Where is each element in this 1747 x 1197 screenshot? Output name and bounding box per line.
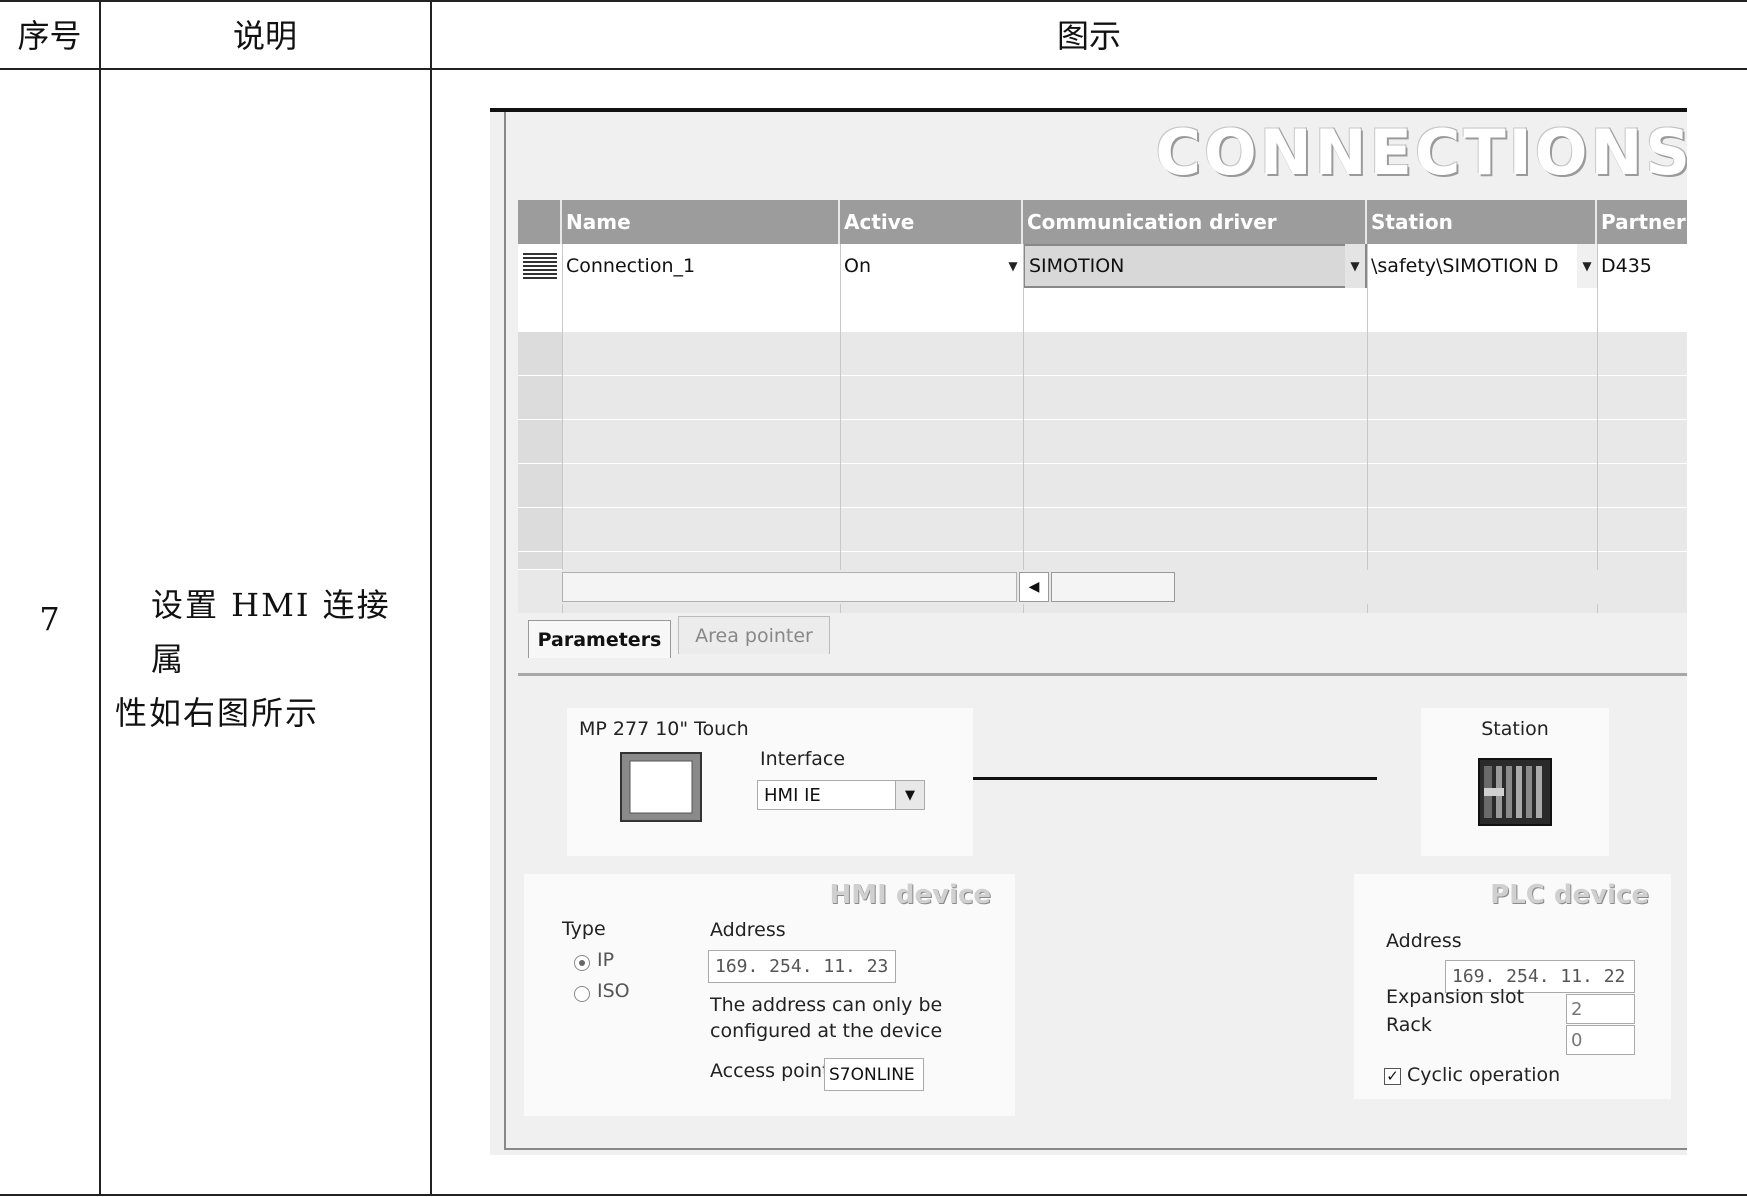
connections-banner: CONNECTIONS — [1155, 116, 1687, 189]
rack-field[interactable]: 0 — [1566, 1025, 1635, 1055]
grid-column-line — [1023, 244, 1024, 613]
col-header-partner[interactable]: Partner — [1597, 200, 1687, 244]
table-header-border — [0, 68, 1747, 70]
cell-partner[interactable]: D435 — [1597, 244, 1687, 288]
col-header-name[interactable]: Name — [562, 200, 840, 244]
expansion-slot-field[interactable]: 2 — [1566, 994, 1635, 1024]
row-seq-number: 7 — [39, 600, 60, 638]
scroll-track-left[interactable] — [562, 572, 1017, 602]
plc-device-section: PLC device Address 169. 254. 11. 22 Expa… — [1354, 874, 1671, 1099]
connection-line — [973, 777, 1377, 780]
plc-address-label: Address — [1386, 930, 1462, 952]
grid-column-line — [840, 244, 841, 613]
desc-line-1: 设置 HMI 连接属 — [151, 586, 391, 678]
row-selector-icon — [523, 253, 557, 279]
cell-driver[interactable]: SIMOTION — [1023, 244, 1367, 288]
interface-label: Interface — [760, 748, 846, 770]
plc-device-title: PLC device — [1490, 880, 1649, 910]
grid-column-line — [1367, 244, 1368, 613]
hmi-panel-icon — [620, 752, 702, 822]
station-box: Station — [1421, 708, 1609, 856]
scroll-thumb[interactable] — [1051, 572, 1175, 602]
scroll-left-icon[interactable]: ◀ — [1019, 572, 1049, 602]
cell-name[interactable]: Connection_1 — [562, 244, 840, 288]
station-label: Station — [1481, 718, 1549, 740]
cyclic-operation-label: Cyclic operation — [1407, 1064, 1561, 1086]
row-selector-empty[interactable] — [518, 376, 562, 420]
grid-column-line — [1597, 244, 1598, 613]
table-row[interactable] — [562, 420, 1687, 464]
col-header-active[interactable]: Active — [840, 200, 1023, 244]
column-divider-1 — [99, 2, 101, 1194]
row-selector-empty[interactable] — [518, 464, 562, 508]
connections-screenshot: CONNECTIONS Name Active Communication dr… — [490, 108, 1687, 1155]
header-desc: 说明 — [232, 17, 297, 55]
tab-area-pointer[interactable]: Area pointer — [678, 616, 830, 654]
radio-iso[interactable] — [574, 986, 590, 1002]
screenshot-top-border — [490, 108, 1687, 112]
screenshot-left-edge — [504, 112, 506, 1148]
row-selector[interactable] — [518, 244, 562, 288]
row-selector-empty[interactable] — [518, 420, 562, 464]
table-row[interactable] — [562, 508, 1687, 552]
table-bottom-border — [0, 1194, 1747, 1196]
radio-ip[interactable] — [574, 955, 590, 971]
row-description: 设置 HMI 连接属 性如右图所示 — [115, 578, 415, 740]
row-selector-empty[interactable] — [518, 332, 562, 376]
table-row[interactable] — [562, 464, 1687, 508]
hmi-address-label: Address — [710, 919, 786, 941]
plc-station-icon — [1478, 758, 1552, 826]
hmi-address-note-1: The address can only be — [710, 994, 943, 1016]
cell-station[interactable]: \safety\SIMOTION D — [1367, 244, 1577, 288]
header-figure: 图示 — [1056, 17, 1121, 55]
dropdown-arrow-icon[interactable]: ▼ — [1577, 244, 1597, 288]
access-point-field[interactable]: S7ONLINE — [824, 1058, 924, 1091]
hmi-panel-box: MP 277 10" Touch Interface HMI IE ▼ — [567, 708, 973, 856]
radio-iso-label: ISO — [597, 980, 630, 1002]
table-row[interactable] — [562, 376, 1687, 420]
hmi-address-field[interactable]: 169. 254. 11. 23 — [708, 950, 896, 983]
interface-value: HMI IE — [764, 784, 821, 806]
tab-parameters[interactable]: Parameters — [528, 620, 671, 658]
horizontal-scrollbar[interactable]: ◀ — [562, 570, 1687, 604]
chevron-down-icon[interactable]: ▼ — [895, 781, 924, 809]
rack-label: Rack — [1386, 1014, 1432, 1036]
checkbox-checked-icon[interactable]: ✓ — [1384, 1068, 1401, 1085]
expansion-slot-label: Expansion slot — [1386, 986, 1525, 1008]
cell-active[interactable]: On — [840, 244, 1023, 288]
connections-grid: Name Active Communication driver Station… — [518, 200, 1687, 613]
radio-ip-label: IP — [597, 949, 615, 971]
hmi-device-name: MP 277 10" Touch — [579, 718, 749, 740]
hmi-device-title: HMI device — [829, 880, 991, 910]
row-selector-empty[interactable] — [518, 552, 562, 570]
grid-corner-header — [518, 200, 562, 244]
table-row[interactable]: Connection_1 On ▼ SIMOTION ▼ \safety\SIM… — [562, 244, 1687, 288]
type-label: Type — [562, 918, 606, 940]
dropdown-arrow-icon[interactable]: ▼ — [1003, 244, 1023, 288]
col-header-station[interactable]: Station — [1367, 200, 1597, 244]
tab-strip-line — [518, 673, 1687, 676]
grid-column-line — [562, 244, 563, 613]
column-divider-2 — [430, 2, 432, 1194]
table-row[interactable] — [562, 332, 1687, 376]
table-row[interactable] — [562, 288, 1687, 332]
row-selector-empty[interactable] — [518, 288, 562, 332]
col-header-driver[interactable]: Communication driver — [1023, 200, 1367, 244]
dropdown-arrow-icon[interactable]: ▼ — [1345, 244, 1365, 288]
access-point-label: Access point — [710, 1060, 830, 1082]
hmi-device-section: HMI device Type IP ISO Address 169. 254.… — [524, 874, 1015, 1116]
desc-line-2: 性如右图所示 — [115, 694, 320, 732]
interface-select[interactable]: HMI IE ▼ — [757, 780, 925, 810]
row-selector-empty[interactable] — [518, 508, 562, 552]
hmi-address-note-2: configured at the device — [710, 1020, 943, 1042]
header-seq: 序号 — [17, 17, 82, 55]
screenshot-bottom-edge — [504, 1148, 1687, 1150]
